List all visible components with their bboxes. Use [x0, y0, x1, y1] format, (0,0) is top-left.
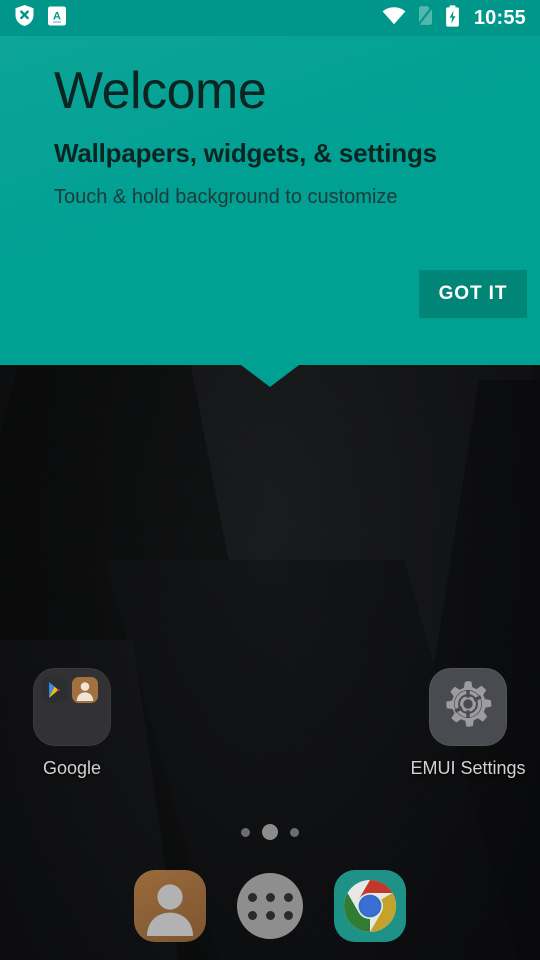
wifi-icon [382, 6, 406, 30]
status-bar-left-icons: A [14, 4, 67, 32]
battery-charging-icon [445, 4, 460, 32]
dock [0, 866, 540, 946]
page-dot[interactable] [290, 827, 299, 837]
welcome-card: Welcome Wallpapers, widgets, & settings … [0, 36, 540, 365]
all-apps-dot [265, 892, 275, 902]
page-dot[interactable] [241, 827, 250, 837]
all-apps-dot [247, 892, 257, 902]
page-indicator[interactable] [0, 824, 540, 840]
dock-all-apps-button[interactable] [234, 870, 306, 942]
status-bar-right-icons: 10:55 [382, 4, 526, 32]
welcome-body-text: Touch & hold background to customize [54, 186, 398, 208]
page-dot-active[interactable] [262, 824, 278, 840]
welcome-subtitle: Wallpapers, widgets, & settings [54, 138, 437, 168]
a-badge-icon: A [47, 5, 67, 32]
app-cell-emui-settings[interactable]: EMUI Settings [402, 668, 534, 779]
dock-chrome-icon[interactable] [334, 870, 406, 942]
all-apps-icon [237, 873, 303, 939]
sim-card-slash-icon [417, 5, 434, 31]
home-screen: A 10:55 Welcome Wallpapers, widgets, & s… [0, 0, 540, 960]
contacts-icon [72, 677, 98, 703]
dock-contacts-icon[interactable] [134, 870, 206, 942]
google-folder-icon[interactable] [33, 668, 111, 746]
folder-preview-grid [42, 677, 98, 733]
gear-icon[interactable] [429, 668, 507, 746]
shield-x-icon [14, 4, 35, 32]
play-store-icon [42, 677, 68, 703]
all-apps-dot [283, 892, 293, 902]
status-bar[interactable]: A 10:55 [0, 0, 540, 36]
app-label: Google [42, 758, 102, 778]
app-label: EMUI Settings [410, 758, 526, 778]
welcome-title: Welcome [54, 62, 267, 120]
got-it-button[interactable]: GOT IT [419, 270, 527, 318]
status-bar-clock: 10:55 [473, 6, 526, 29]
all-apps-dot [265, 910, 275, 920]
svg-text:A: A [53, 10, 61, 22]
all-apps-dot [247, 910, 257, 920]
app-cell-google[interactable]: Google [6, 668, 138, 779]
all-apps-dot [283, 910, 293, 920]
welcome-card-pointer [241, 365, 299, 387]
